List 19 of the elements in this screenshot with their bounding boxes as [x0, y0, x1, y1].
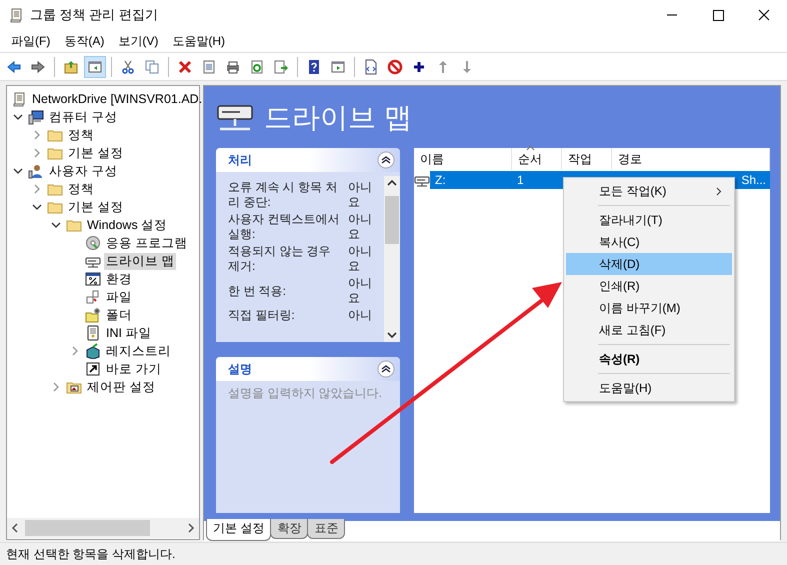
table-cell-text: 1: [516, 173, 525, 187]
table-cell-text: Sh...: [740, 173, 767, 187]
property-value: 아니요: [348, 276, 373, 306]
property-label: 오류 계속 시 항목 처리 중단:: [228, 180, 338, 210]
panel-title: 설명: [228, 360, 252, 378]
property-label: 한 번 적용:: [228, 284, 288, 298]
table-cell-text: Z:: [434, 173, 447, 187]
property-value: 아니요: [348, 212, 373, 242]
property-value: 아니요: [348, 244, 373, 274]
panel-title: 처리: [228, 152, 252, 168]
status-text: 현재 선택한 항목을 삭제합니다.: [6, 546, 176, 562]
property-label: 사용자 컨텍스트에서 실행:: [228, 212, 340, 242]
property-label: 적용되지 않는 경우 제거:: [228, 244, 332, 274]
property-value: 아니: [348, 308, 373, 323]
property-value: 아니요: [348, 180, 373, 210]
page-heading: 드라이브 맵: [264, 101, 412, 135]
window-title: 그룹 정책 관리 편집기: [30, 6, 158, 24]
property-label: 직접 필터링:: [228, 308, 296, 323]
description-text: 설명을 입력하지 않았습니다.: [228, 386, 382, 400]
